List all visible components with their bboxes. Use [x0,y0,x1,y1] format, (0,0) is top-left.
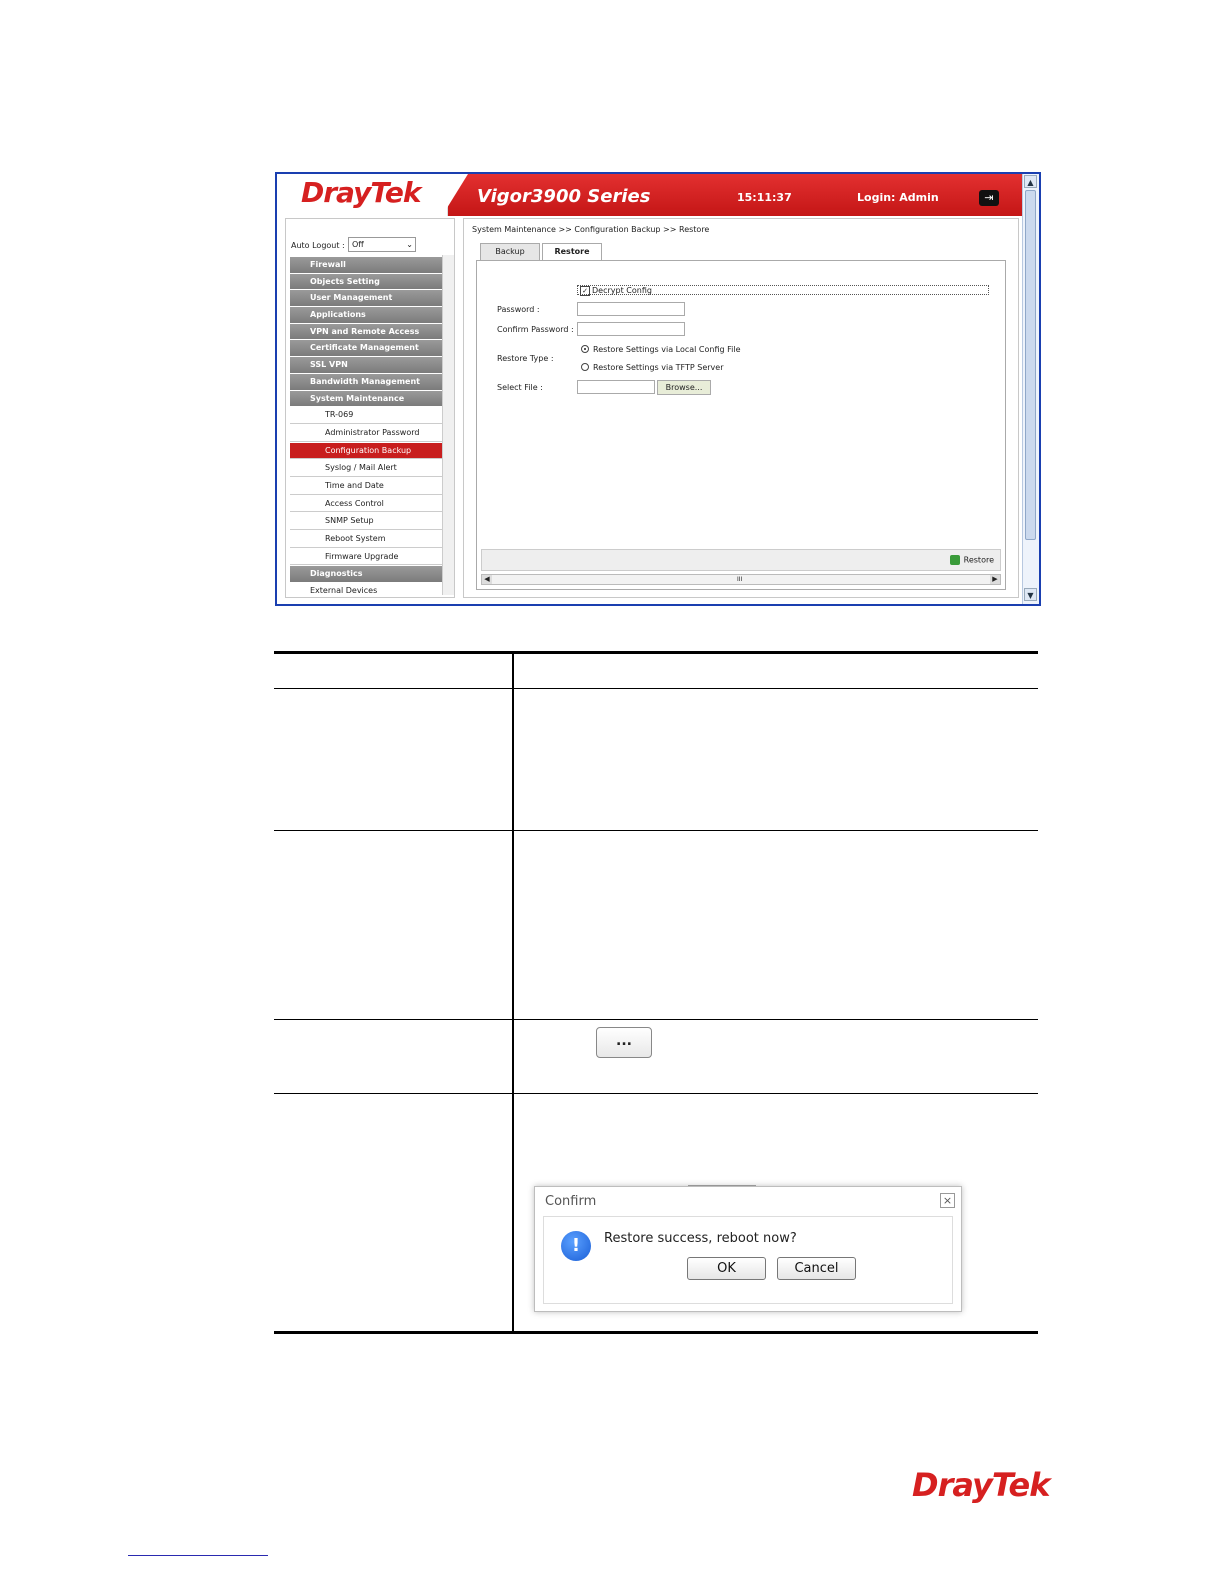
close-icon[interactable]: × [940,1193,955,1208]
logout-icon[interactable]: ⇥ [979,190,999,206]
restore-icon [949,555,960,565]
restore-type-label: Restore Type : [497,354,554,363]
horizontal-scrollbar[interactable]: ◀ III ▶ [481,574,1001,585]
file-path-input[interactable] [577,380,655,394]
radio-local-config-label: Restore Settings via Local Config File [593,345,741,354]
sidebar-item-ssl-vpn[interactable]: SSL VPN [290,357,443,373]
table-row-rule [274,1019,1038,1020]
sidebar-item-snmp-setup[interactable]: SNMP Setup [290,513,443,530]
breadcrumb: System Maintenance >> Configuration Back… [472,225,710,234]
scroll-right-icon[interactable]: ▶ [990,575,1000,584]
chevron-down-icon: ⌄ [406,240,413,249]
confirm-password-label: Confirm Password : [497,325,574,334]
brand-logo: DrayTek [301,176,421,209]
password-label: Password : [497,305,540,314]
tab-restore[interactable]: Restore [542,243,602,261]
table-row-rule [274,830,1038,831]
sidebar-item-user-management[interactable]: User Management [290,290,443,307]
scroll-grip: III [737,576,743,583]
restore-panel: ✓ Decrypt Config Password : Confirm Pass… [476,260,1006,590]
sidebar-item-bandwidth-management[interactable]: Bandwidth Management [290,373,443,390]
scroll-left-icon[interactable]: ◀ [482,575,492,584]
clock: 15:11:37 [737,191,792,204]
select-file-label: Select File : [497,383,543,392]
sidebar-item-diagnostics[interactable]: Diagnostics [290,566,443,583]
panel-footer: Restore [481,549,1001,571]
sidebar-item-objects-setting[interactable]: Objects Setting [290,273,443,290]
router-screenshot: DrayTek Vigor3900 Series 15:11:37 Login:… [275,172,1041,606]
sidebar-item-time-and-date[interactable]: Time and Date [290,477,443,495]
password-input[interactable] [577,302,685,316]
scroll-down-icon[interactable]: ▼ [1024,588,1037,601]
footer-link-underline[interactable] [128,1555,268,1556]
sidebar-item-access-control[interactable]: Access Control [290,495,443,513]
tab-backup[interactable]: Backup [480,243,540,260]
cancel-button[interactable]: Cancel [777,1257,856,1280]
confirm-dialog: Confirm × ! Restore success, reboot now?… [534,1186,962,1312]
browse-button[interactable]: Browse... [657,380,711,395]
main-content: System Maintenance >> Configuration Back… [463,218,1019,598]
sidebar-item-firmware-upgrade[interactable]: Firmware Upgrade [290,548,443,566]
sidebar-menu: Firewall Objects Setting User Management Ap… [290,257,443,597]
login-status: Login: Admin [857,191,939,204]
footer-logo: DrayTek [912,1466,1050,1504]
confirm-password-input[interactable] [577,322,685,336]
table-row-rule [274,1093,1038,1094]
radio-tftp-server[interactable] [581,363,589,371]
scroll-up-icon[interactable]: ▲ [1024,175,1037,188]
sidebar-item-vpn-and-remote-access[interactable]: VPN and Remote Access [290,323,443,340]
sidebar-item-system-maintenance[interactable]: System Maintenance [290,390,443,407]
auto-logout-value: Off [352,240,364,249]
decrypt-config-label: Decrypt Config [592,286,652,295]
radio-tftp-server-label: Restore Settings via TFTP Server [593,363,724,372]
table-column-rule [512,651,514,1334]
checkbox-checked-icon[interactable]: ✓ [580,286,590,296]
sidebar-item-configuration-backup[interactable]: Configuration Backup [290,442,443,460]
table-top-rule [274,651,1038,654]
restore-button-label: Restore [963,555,994,565]
header-bar: DrayTek Vigor3900 Series 15:11:37 Login:… [277,174,1023,216]
scroll-thumb[interactable] [1025,190,1036,540]
ellipsis-button[interactable]: ... [596,1027,652,1058]
sidebar-item-administrator-password[interactable]: Administrator Password [290,424,443,442]
sidebar-item-syslog-mail-alert[interactable]: Syslog / Mail Alert [290,460,443,477]
info-icon: ! [561,1231,591,1261]
sidebar: Auto Logout : Off ⌄ Firewall Objects Sett… [285,218,455,598]
sidebar-item-certificate-management[interactable]: Certificate Management [290,340,443,357]
menu-scrollbar[interactable] [442,255,454,595]
ok-button[interactable]: OK [687,1257,766,1280]
sidebar-item-tr-069[interactable]: TR-069 [290,407,443,424]
dialog-message: Restore success, reboot now? [604,1231,797,1246]
sidebar-item-applications[interactable]: Applications [290,307,443,323]
sidebar-item-firewall[interactable]: Firewall [290,257,443,273]
sidebar-item-external-devices[interactable]: External Devices [290,583,443,597]
table-bottom-rule [274,1331,1038,1334]
table-header-rule [274,688,1038,689]
model-name: Vigor3900 Series [477,186,651,207]
restore-button[interactable]: Restore [949,555,994,565]
decrypt-config-checkbox[interactable]: ✓ Decrypt Config [577,285,989,296]
page-scrollbar[interactable]: ▲ ▼ [1022,174,1039,604]
sidebar-item-reboot-system[interactable]: Reboot System [290,531,443,548]
auto-logout-select[interactable]: Off ⌄ [348,237,416,252]
logo-wedge [442,174,468,216]
auto-logout-label: Auto Logout : [291,241,345,250]
dialog-title: Confirm [545,1194,597,1209]
radio-local-config[interactable] [581,345,589,353]
